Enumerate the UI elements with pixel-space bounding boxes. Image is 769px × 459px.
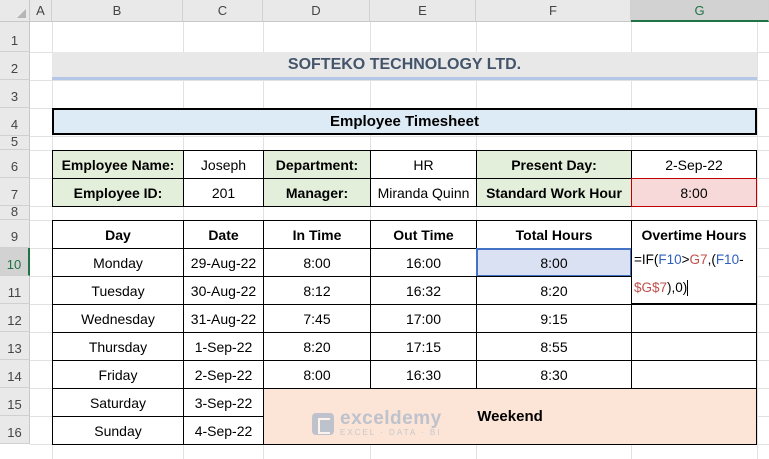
- table-cell-overtime-hours[interactable]: [631, 332, 757, 361]
- department-value[interactable]: HR: [370, 150, 477, 179]
- employee-id-label[interactable]: Employee ID:: [52, 178, 184, 207]
- column-header-d[interactable]: D: [263, 0, 370, 22]
- table-cell-day[interactable]: Thursday: [52, 332, 184, 361]
- formula-tail: ),0): [667, 279, 688, 295]
- row-header-12[interactable]: 12: [0, 304, 30, 332]
- select-all-corner[interactable]: [0, 0, 30, 22]
- header-in-time[interactable]: In Time: [263, 220, 371, 249]
- employee-name-label[interactable]: Employee Name:: [52, 150, 184, 179]
- table-cell-in-time[interactable]: 8:00: [263, 248, 371, 277]
- table-cell-overtime-hours[interactable]: [631, 304, 757, 333]
- present-day-value[interactable]: 2-Sep-22: [631, 150, 757, 179]
- employee-name-value[interactable]: Joseph: [183, 150, 264, 179]
- table-cell-overtime-hours[interactable]: [631, 360, 757, 389]
- table-cell-date[interactable]: 1-Sep-22: [183, 332, 264, 361]
- table-cell-day[interactable]: Monday: [52, 248, 184, 277]
- formula-ref-g7-absolute: $G$7: [634, 279, 668, 295]
- formula-sep: ,(: [707, 252, 716, 267]
- formula-ref-f10-2: F10: [715, 252, 740, 267]
- formula-ref-f10: F10: [658, 252, 682, 267]
- company-title[interactable]: SOFTEKO TECHNOLOGY LTD.: [52, 52, 757, 80]
- table-cell-total-hours[interactable]: 8:55: [476, 332, 632, 361]
- row-header-8[interactable]: 8: [0, 204, 30, 220]
- table-cell-total-hours[interactable]: 8:30: [476, 360, 632, 389]
- table-cell-date[interactable]: 2-Sep-22: [183, 360, 264, 389]
- table-cell-out-time[interactable]: 16:32: [370, 276, 477, 305]
- table-cell-day[interactable]: Wednesday: [52, 304, 184, 333]
- header-date[interactable]: Date: [183, 220, 264, 249]
- table-cell-total-hours[interactable]: 8:20: [476, 276, 632, 305]
- table-cell-date[interactable]: 4-Sep-22: [183, 416, 264, 445]
- table-cell-date[interactable]: 29-Aug-22: [183, 248, 264, 277]
- row-header-11[interactable]: 11: [0, 276, 30, 304]
- row-header-6[interactable]: 6: [0, 150, 30, 178]
- standard-work-hour-value[interactable]: 8:00: [631, 178, 757, 207]
- column-header-g[interactable]: G: [631, 0, 769, 22]
- row-header-13[interactable]: 13: [0, 332, 30, 360]
- row-header-15[interactable]: 15: [0, 388, 30, 416]
- table-cell-in-time[interactable]: 8:12: [263, 276, 371, 305]
- table-cell-out-time[interactable]: 17:00: [370, 304, 477, 333]
- table-cell-out-time[interactable]: 16:00: [370, 248, 477, 277]
- exceldemy-watermark: exceldemy EXCEL · DATA · BI: [312, 408, 442, 437]
- table-cell-in-time[interactable]: 8:20: [263, 332, 371, 361]
- header-out-time[interactable]: Out Time: [370, 220, 477, 249]
- watermark-tagline: EXCEL · DATA · BI: [340, 428, 442, 437]
- formula-if: =IF(: [634, 252, 659, 267]
- table-cell-day[interactable]: Sunday: [52, 416, 184, 445]
- header-day[interactable]: Day: [52, 220, 184, 249]
- standard-work-hour-label[interactable]: Standard Work Hour: [476, 178, 632, 207]
- column-header-c[interactable]: C: [183, 0, 263, 22]
- column-header-a[interactable]: A: [30, 0, 52, 22]
- table-cell-day[interactable]: Friday: [52, 360, 184, 389]
- row-header-1[interactable]: 1: [0, 22, 30, 52]
- table-cell-day[interactable]: Saturday: [52, 388, 184, 417]
- timesheet-title[interactable]: Employee Timesheet: [52, 108, 757, 135]
- exceldemy-logo-icon: [312, 412, 334, 435]
- row-header-5[interactable]: 5: [0, 134, 30, 150]
- overtime-formula-cell[interactable]: =IF( F10 > G7 ,( F10 - $G$7 ),0): [631, 248, 757, 304]
- row-header-14[interactable]: 14: [0, 360, 30, 388]
- formula-minus: -: [739, 252, 744, 267]
- row-header-7[interactable]: 7: [0, 178, 30, 206]
- row-header-9[interactable]: 9: [0, 220, 30, 248]
- row-header-4[interactable]: 4: [0, 108, 30, 136]
- table-cell-date[interactable]: 31-Aug-22: [183, 304, 264, 333]
- spreadsheet: A B C D E F G 1 2 3 4 5 6 7 8 9 10 11 12…: [0, 0, 769, 459]
- column-header-f[interactable]: F: [476, 0, 631, 22]
- header-total-hours[interactable]: Total Hours: [476, 220, 632, 249]
- table-cell-date[interactable]: 30-Aug-22: [183, 276, 264, 305]
- table-cell-total-hours[interactable]: 9:15: [476, 304, 632, 333]
- row-header-3[interactable]: 3: [0, 80, 30, 108]
- table-cell-total-hours[interactable]: 8:00: [476, 248, 632, 277]
- employee-id-value[interactable]: 201: [183, 178, 264, 207]
- column-header-e[interactable]: E: [370, 0, 476, 22]
- table-cell-date[interactable]: 3-Sep-22: [183, 388, 264, 417]
- row-header-2[interactable]: 2: [0, 52, 30, 80]
- table-cell-in-time[interactable]: 8:00: [263, 360, 371, 389]
- formula-ref-g7: G7: [689, 252, 708, 267]
- table-cell-out-time[interactable]: 17:15: [370, 332, 477, 361]
- column-header-b[interactable]: B: [52, 0, 183, 22]
- header-overtime-hours[interactable]: Overtime Hours: [631, 220, 757, 249]
- present-day-label[interactable]: Present Day:: [476, 150, 632, 179]
- table-cell-in-time[interactable]: 7:45: [263, 304, 371, 333]
- row-header-16[interactable]: 16: [0, 416, 30, 444]
- table-cell-day[interactable]: Tuesday: [52, 276, 184, 305]
- table-cell-out-time[interactable]: 16:30: [370, 360, 477, 389]
- manager-value[interactable]: Miranda Quinn: [370, 178, 477, 207]
- manager-label[interactable]: Manager:: [263, 178, 371, 207]
- formula-operator: >: [681, 252, 690, 267]
- row-header-10[interactable]: 10: [0, 248, 30, 276]
- department-label[interactable]: Department:: [263, 150, 371, 179]
- watermark-name: exceldemy: [340, 408, 442, 429]
- weekend-label: Weekend: [477, 408, 543, 425]
- text-cursor: [687, 279, 689, 296]
